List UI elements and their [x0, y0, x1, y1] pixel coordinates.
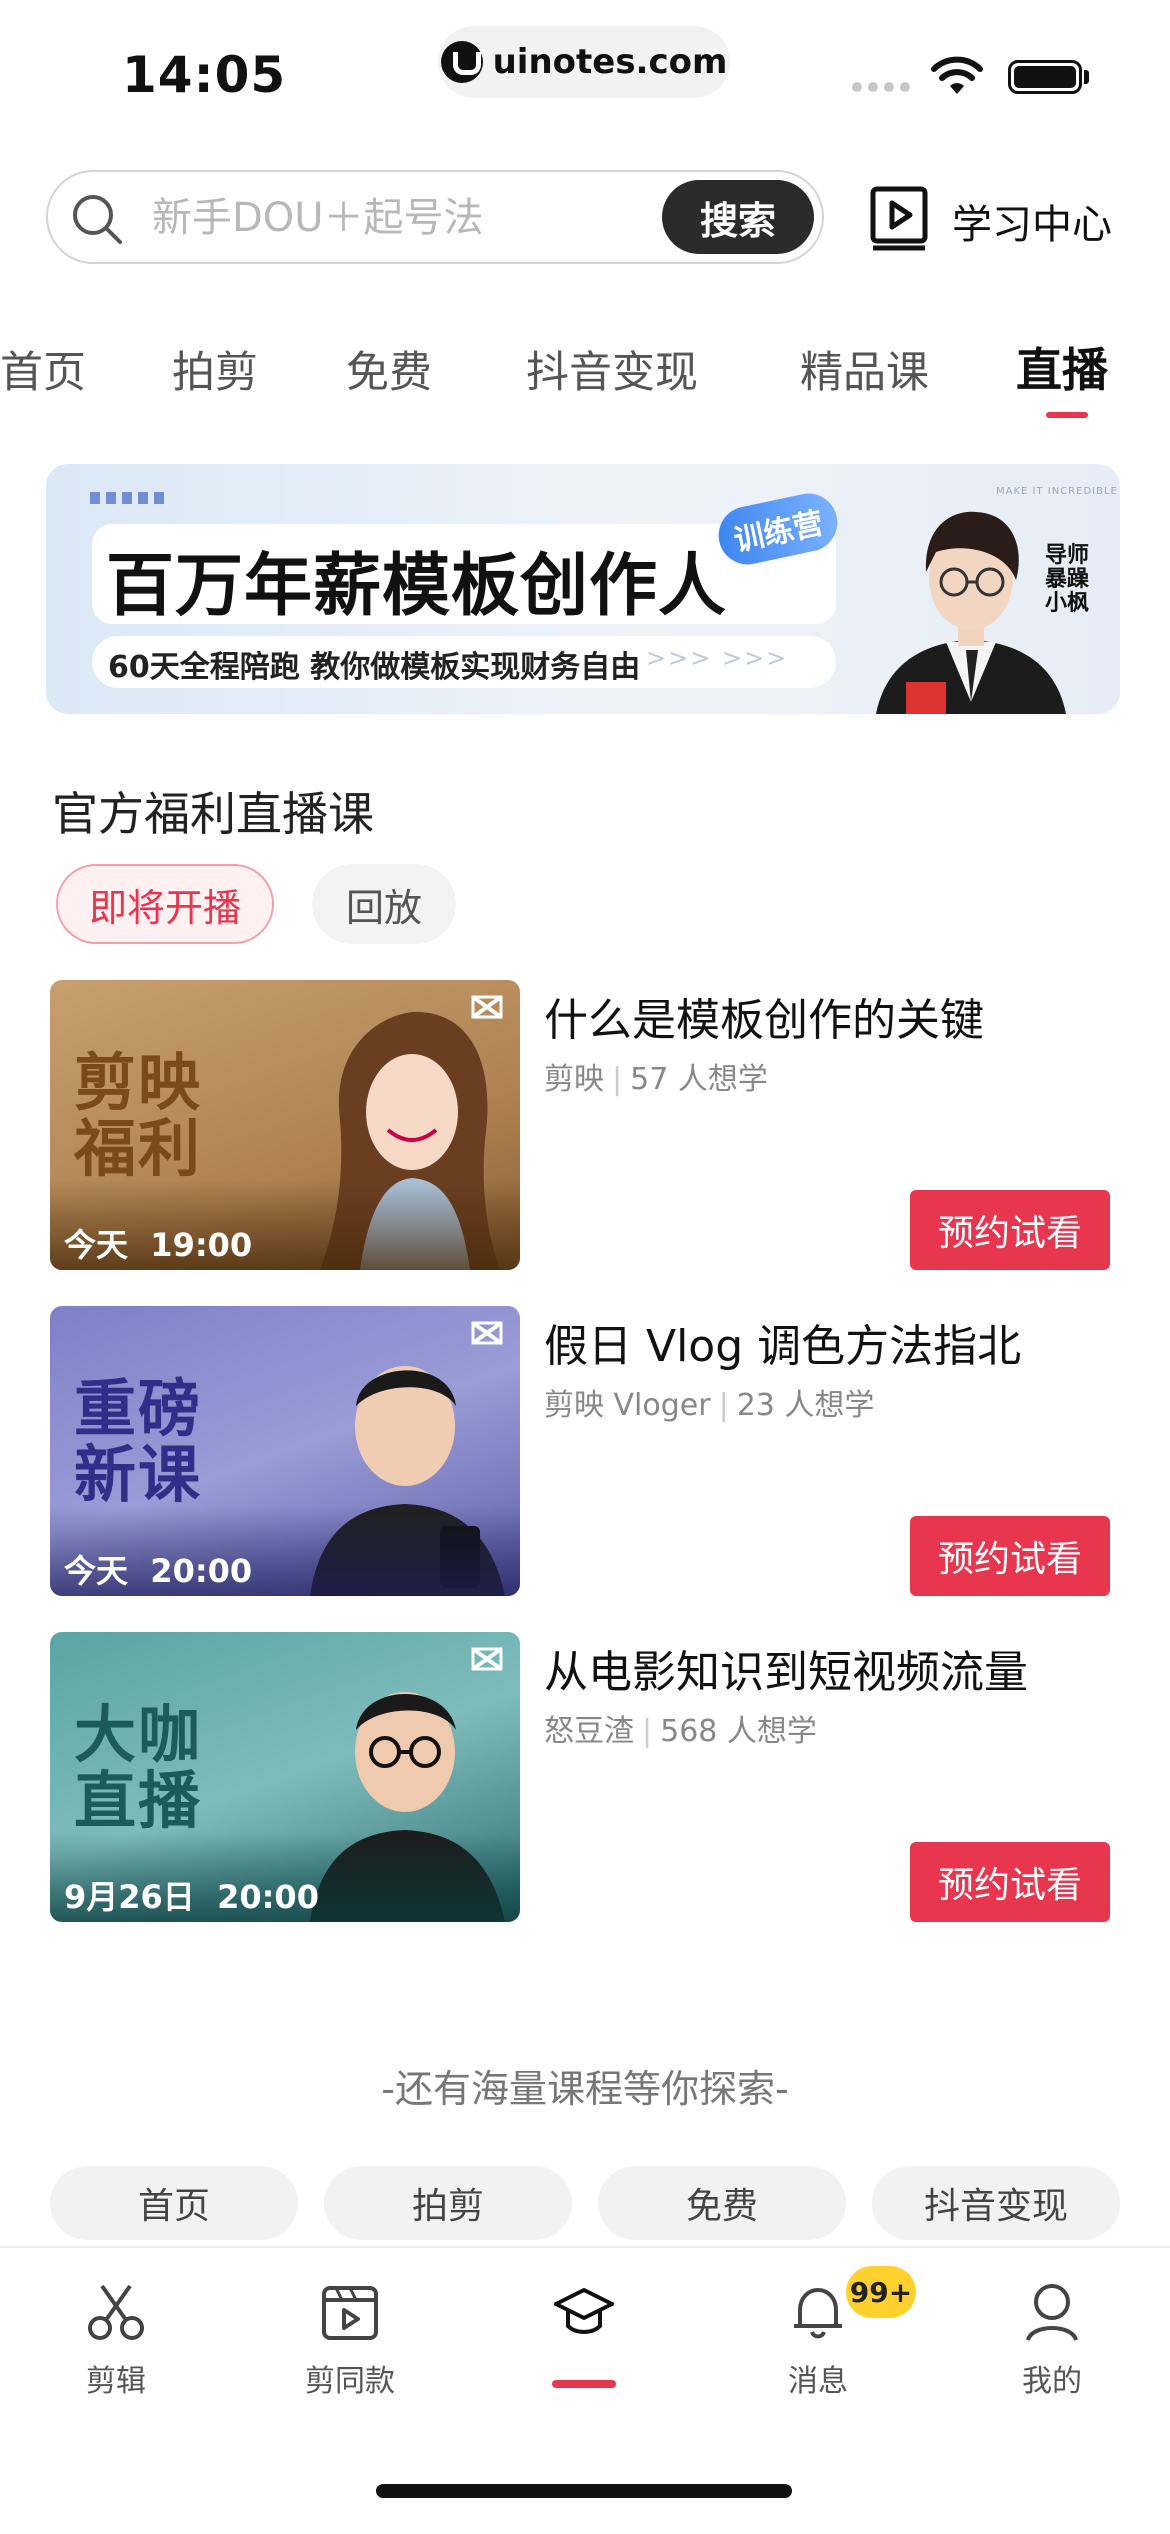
nav-label: 剪同款: [305, 2364, 395, 2399]
capcut-logo-icon: [471, 1321, 503, 1345]
battery-tip: [1084, 70, 1089, 84]
learning-center-link[interactable]: 学习中心: [952, 192, 1112, 250]
battery-icon: [1008, 60, 1082, 94]
tab-home[interactable]: 首页: [0, 338, 86, 400]
thumb-schedule: 今天 19:00: [64, 1226, 253, 1264]
nav-active-indicator: [552, 2380, 616, 2388]
tab-shoot-edit[interactable]: 拍剪: [172, 338, 258, 400]
tab-douyin-monetize[interactable]: 抖音变现: [526, 338, 698, 400]
capcut-logo-icon: [471, 995, 503, 1019]
thumb-schedule: 9月26日 20:00: [64, 1878, 319, 1916]
nav-label: 消息: [788, 2364, 848, 2399]
nav-learn[interactable]: [484, 2280, 684, 2344]
status-time: 14:05: [122, 46, 287, 104]
cellular-signal-icon: [852, 82, 910, 92]
url-pill[interactable]: uinotes.com: [438, 26, 730, 98]
banner-tiny-text: MAKE IT INCREDIBLE: [996, 486, 1118, 497]
thumb-headline: 大咖 直播: [74, 1698, 203, 1837]
filter-replay[interactable]: 回放: [312, 864, 456, 944]
thumb-headline: 重磅 新课: [74, 1372, 203, 1511]
wifi-icon: [931, 56, 983, 94]
scissors-icon: [88, 2284, 144, 2340]
site-logo-icon: [440, 41, 483, 83]
course-title[interactable]: 什么是模板创作的关键: [544, 984, 984, 1048]
course-title[interactable]: 假日 Vlog 调色方法指北: [544, 1310, 1021, 1374]
explore-chip-shoot-edit[interactable]: 拍剪: [324, 2166, 572, 2240]
search-input[interactable]: [152, 190, 652, 246]
play-book-icon[interactable]: [870, 186, 930, 252]
home-indicator[interactable]: [376, 2484, 792, 2498]
clapperboard-icon: [322, 2286, 378, 2340]
url-text: uinotes.com: [492, 42, 728, 82]
reserve-preview-button[interactable]: 预约试看: [910, 1842, 1110, 1922]
course-title[interactable]: 从电影知识到短视频流量: [544, 1636, 1028, 1700]
banner-arrows: >>> >>>: [646, 644, 789, 672]
course-thumbnail[interactable]: 重磅 新课 今天 20:00: [50, 1306, 520, 1596]
search-icon: [73, 195, 122, 244]
course-meta: 剪映 | 57 人想学: [544, 1062, 768, 1097]
capcut-logo-icon: [471, 1647, 503, 1671]
explore-chip-douyin-monetize[interactable]: 抖音变现: [872, 2166, 1120, 2240]
course-thumbnail[interactable]: 大咖 直播 9月26日 20:00: [50, 1632, 520, 1922]
section-title: 官方福利直播课: [52, 787, 374, 841]
thumb-schedule: 今天 20:00: [64, 1552, 253, 1590]
tab-live[interactable]: 直播: [1016, 334, 1108, 400]
banner-title: 百万年薪模板创作人: [106, 547, 728, 626]
course-thumbnail[interactable]: 剪映 福利 今天 19:00: [50, 980, 520, 1270]
active-tab-indicator: [1046, 412, 1088, 418]
course-meta: 剪映 Vloger | 23 人想学: [544, 1388, 875, 1423]
nav-label: 我的: [1022, 2364, 1082, 2399]
bell-icon: [794, 2288, 842, 2339]
reserve-preview-button[interactable]: 预约试看: [910, 1190, 1110, 1270]
filter-upcoming[interactable]: 即将开播: [56, 864, 274, 944]
notification-badge: 99+: [846, 2266, 916, 2318]
explore-chip-home[interactable]: 首页: [50, 2166, 298, 2240]
reserve-preview-button[interactable]: 预约试看: [910, 1516, 1110, 1596]
search-button[interactable]: 搜索: [662, 180, 814, 254]
explore-hint: -还有海量课程等你探索-: [381, 2067, 789, 2111]
graduation-cap-icon: [554, 2288, 614, 2334]
tab-premium[interactable]: 精品课: [800, 338, 929, 400]
person-icon: [1026, 2284, 1078, 2341]
nav-label: 剪辑: [86, 2364, 146, 2399]
thumb-headline: 剪映 福利: [74, 1046, 203, 1185]
nav-edit[interactable]: 剪辑: [16, 2280, 216, 2400]
course-meta: 怒豆渣 | 568 人想学: [544, 1714, 817, 1749]
tab-free[interactable]: 免费: [346, 338, 432, 400]
promo-banner[interactable]: 百万年薪模板创作人 60天全程陪跑 教你做模板实现财务自由 >>> >>> 训练…: [46, 464, 1120, 714]
nav-template[interactable]: 剪同款: [250, 2280, 450, 2400]
banner-decoration: [90, 492, 166, 504]
banner-subtitle: 60天全程陪跑 教你做模板实现财务自由: [108, 650, 641, 685]
explore-chip-free[interactable]: 免费: [598, 2166, 846, 2240]
banner-mentor-name: 导师暴躁小枫: [1044, 543, 1089, 616]
nav-profile[interactable]: 我的: [952, 2280, 1152, 2400]
